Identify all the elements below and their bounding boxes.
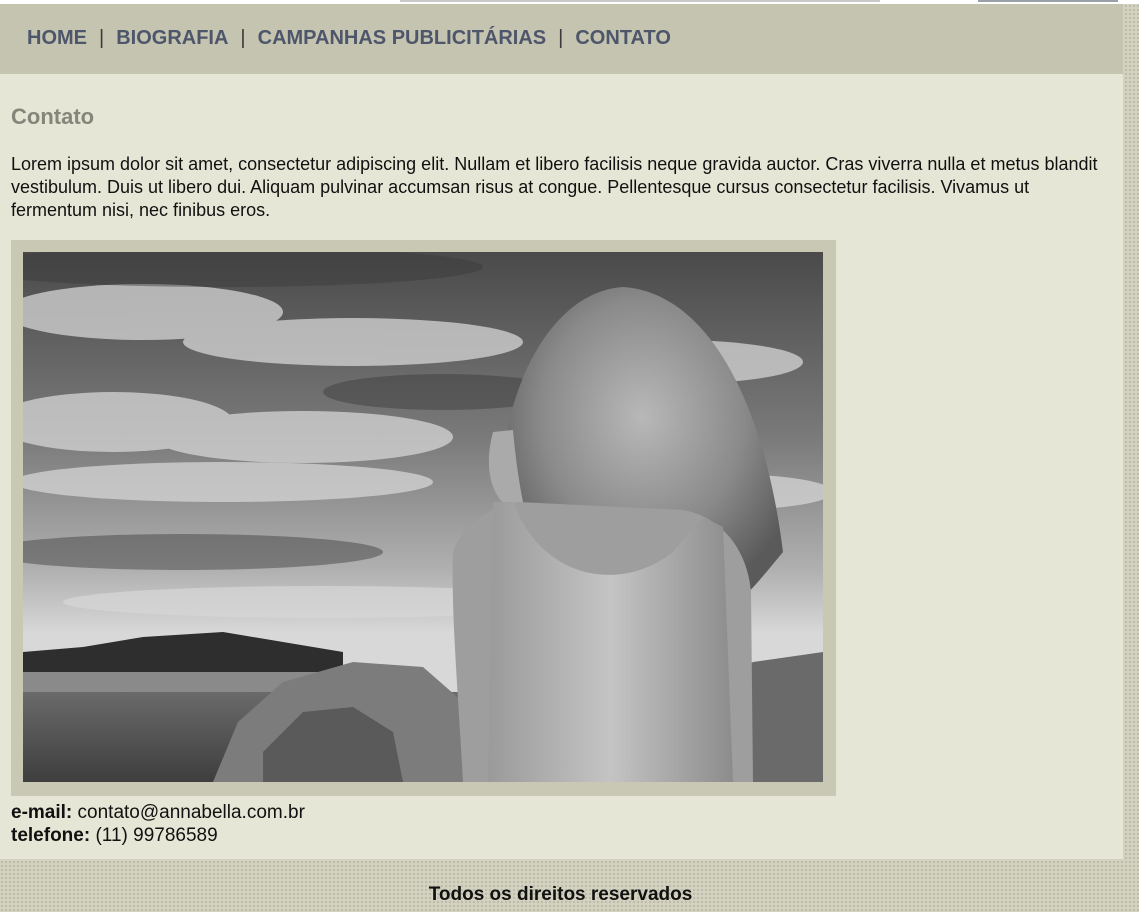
nav-link-campanhas[interactable]: CAMPANHAS PUBLICITÁRIAS (258, 27, 547, 50)
email-line: e-mail: contato@annabella.com.br (11, 801, 305, 824)
phone-value: (11) 99786589 (95, 825, 218, 846)
nav-separator: | (240, 26, 246, 49)
nav-link-home[interactable]: HOME (27, 27, 87, 50)
footer-text: Todos os direitos reservados (428, 884, 693, 905)
phone-label: telefone: (11, 825, 91, 846)
email-value: contato@annabella.com.br (77, 802, 305, 823)
nav-link-contato[interactable]: CONTATO (575, 27, 671, 50)
nav-link-biografia[interactable]: BIOGRAFIA (116, 27, 228, 50)
intro-paragraph: Lorem ipsum dolor sit amet, consectetur … (11, 154, 1098, 220)
nav-separator: | (99, 26, 105, 49)
contact-photo (23, 252, 823, 782)
phone-line: telefone: (11) 99786589 (11, 824, 305, 847)
photo-frame (11, 240, 836, 796)
page-container: HOME | BIOGRAFIA | CAMPANHAS PUBLICITÁRI… (0, 4, 1123, 859)
page-title: Contato (11, 104, 95, 129)
nav-list: HOME | BIOGRAFIA | CAMPANHAS PUBLICITÁRI… (27, 27, 671, 50)
top-strip-segment (400, 0, 880, 2)
nav-separator: | (558, 26, 564, 49)
email-label: e-mail: (11, 802, 73, 823)
main-navbar: HOME | BIOGRAFIA | CAMPANHAS PUBLICITÁRI… (0, 4, 1123, 74)
top-strip-segment (978, 0, 1118, 2)
contact-info: e-mail: contato@annabella.com.br telefon… (11, 801, 305, 847)
